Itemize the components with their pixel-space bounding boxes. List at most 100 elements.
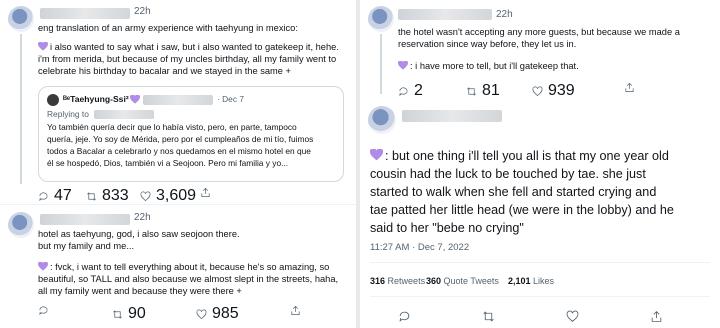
like-icon — [566, 310, 579, 322]
tweet-text-line: : but one thing i'll tell you all is tha… — [370, 148, 669, 165]
purple-heart-icon — [38, 262, 48, 271]
tweet-time: 22h — [134, 6, 151, 17]
purple-heart-icon — [398, 61, 408, 70]
reply-button[interactable] — [398, 310, 411, 323]
reply-count: 47 — [54, 187, 72, 204]
likes-label: Likes — [533, 276, 555, 286]
tweet-text-line: cousin had the luck to be touched by tae… — [370, 167, 646, 181]
tweet-text-span: : fvck, i want to tell everything about … — [50, 262, 330, 272]
tweet-text-line: reservation since way before, they let u… — [398, 39, 577, 49]
quoted-name: ᴮᵉTaehyung-Ssi² — [63, 94, 129, 104]
retweet-count: 833 — [102, 187, 129, 204]
retweet-button[interactable] — [482, 310, 495, 323]
retweet-count: 81 — [482, 82, 500, 99]
blurred-username — [40, 8, 130, 19]
right-screenshot-panel: 22h the hotel wasn't accepting any more … — [360, 0, 720, 328]
purple-heart-icon — [370, 149, 383, 161]
quoted-date: · Dec 7 — [217, 94, 244, 104]
avatar[interactable] — [8, 6, 34, 32]
quoted-text-line: quería, jeje. Yo soy de Mérida, pero por… — [47, 134, 314, 144]
tweet-text-line: started to walk when she fell and starte… — [370, 185, 657, 199]
avatar[interactable] — [8, 212, 34, 238]
reply-icon — [39, 191, 48, 201]
quotes-label: Quote Tweets — [443, 276, 499, 286]
like-button[interactable]: 985 — [196, 305, 239, 323]
divider — [370, 262, 710, 263]
reply-count: 2 — [414, 82, 423, 99]
quoted-tweet[interactable]: ᴮᵉTaehyung-Ssi² · Dec 7 Replying to Yo t… — [38, 86, 344, 182]
share-button[interactable] — [290, 305, 301, 316]
blurred-username — [402, 110, 502, 122]
quoted-text-line: Yo también quería decir que lo había vis… — [47, 122, 297, 132]
retweet-button[interactable]: 90 — [112, 305, 146, 323]
reply-icon — [399, 311, 410, 322]
like-button[interactable]: 939 — [532, 82, 575, 100]
tweet-text-line: all my family went and because they were… — [38, 286, 242, 296]
likes-stat[interactable]: 2,101 Likes — [508, 276, 554, 286]
likes-count: 2,101 — [508, 276, 531, 286]
purple-heart-icon — [38, 42, 48, 51]
quoted-text-line: todos a Bacalar a celebrarlo y nos queda… — [47, 146, 311, 156]
retweet-button[interactable]: 833 — [86, 187, 129, 205]
tweet-text-span: i also wanted to say what i saw, but i a… — [50, 42, 339, 52]
tweet-timestamp[interactable]: 11:27 AM · Dec 7, 2022 — [370, 242, 469, 253]
like-count: 3,609 — [156, 187, 197, 204]
share-button[interactable] — [624, 82, 635, 93]
share-icon — [651, 311, 662, 322]
tweet-text-line: : i have more to tell, but i'll gatekeep… — [398, 60, 579, 72]
purple-heart-icon — [130, 95, 140, 104]
blurred-handle — [143, 95, 213, 105]
retweets-stat[interactable]: 316 Retweets — [370, 276, 425, 286]
retweets-count: 316 — [370, 276, 386, 286]
share-icon — [201, 187, 210, 197]
share-icon — [291, 305, 300, 315]
left-screenshot-panel: 22h eng translation of an army experienc… — [0, 0, 356, 328]
tweet-text-line: the hotel wasn't accepting any more gues… — [398, 27, 680, 37]
like-button[interactable] — [566, 310, 579, 323]
quoted-avatar — [47, 94, 59, 106]
quotes-count: 360 — [426, 276, 442, 286]
tweet-text-span: : but one thing i'll tell you all is tha… — [385, 149, 669, 163]
divider — [0, 204, 356, 205]
retweets-label: Retweets — [387, 276, 426, 286]
avatar[interactable] — [368, 106, 396, 134]
blurred-username — [40, 214, 130, 225]
reply-button[interactable] — [38, 305, 54, 316]
thread-line — [20, 34, 22, 184]
reply-button[interactable]: 2 — [398, 82, 423, 100]
reply-button[interactable]: 47 — [38, 187, 72, 205]
tweet-time: 22h — [496, 9, 513, 20]
tweet-text-line: said to her "bebe no crying" — [370, 221, 524, 235]
replying-to-label: Replying to — [47, 109, 89, 119]
like-icon — [140, 191, 151, 201]
tweet-text-line: but my family and me... — [38, 241, 135, 251]
avatar[interactable] — [368, 6, 394, 32]
like-icon — [532, 86, 543, 96]
reply-icon — [39, 306, 48, 316]
quoted-text-line: él se hospedó, Dios, también vi a Seojoo… — [47, 158, 289, 168]
tweet-text-line: i also wanted to say what i saw, but i a… — [38, 41, 339, 53]
share-button[interactable] — [200, 187, 211, 198]
tweet-text-line: beautiful, so TALL and also because we a… — [38, 274, 339, 284]
blurred-username — [398, 9, 492, 20]
tweet-text-line: i'm from merida, but because of my uncle… — [38, 54, 337, 64]
like-count: 985 — [212, 305, 239, 322]
like-button[interactable]: 3,609 — [140, 187, 196, 205]
divider — [370, 296, 710, 297]
tweet-text-span: : i have more to tell, but i'll gatekeep… — [410, 61, 579, 71]
retweet-button[interactable]: 81 — [466, 82, 500, 100]
retweet-icon — [467, 86, 476, 96]
reply-icon — [399, 86, 408, 96]
retweet-count: 90 — [128, 305, 146, 322]
share-icon — [625, 82, 634, 92]
quotes-stat[interactable]: 360 Quote Tweets — [426, 276, 499, 286]
like-count: 939 — [548, 82, 575, 99]
tweet-text-line: eng translation of an army experience wi… — [38, 23, 298, 33]
tweet-time: 22h — [134, 212, 151, 223]
blurred-reply-handle — [94, 110, 154, 119]
like-icon — [196, 309, 207, 319]
tweet-text-line: : fvck, i want to tell everything about … — [38, 261, 329, 273]
tweet-text-line: celebrate his birthday to bacalar and we… — [38, 66, 291, 76]
thread-line — [380, 34, 382, 94]
share-button[interactable] — [650, 310, 663, 323]
